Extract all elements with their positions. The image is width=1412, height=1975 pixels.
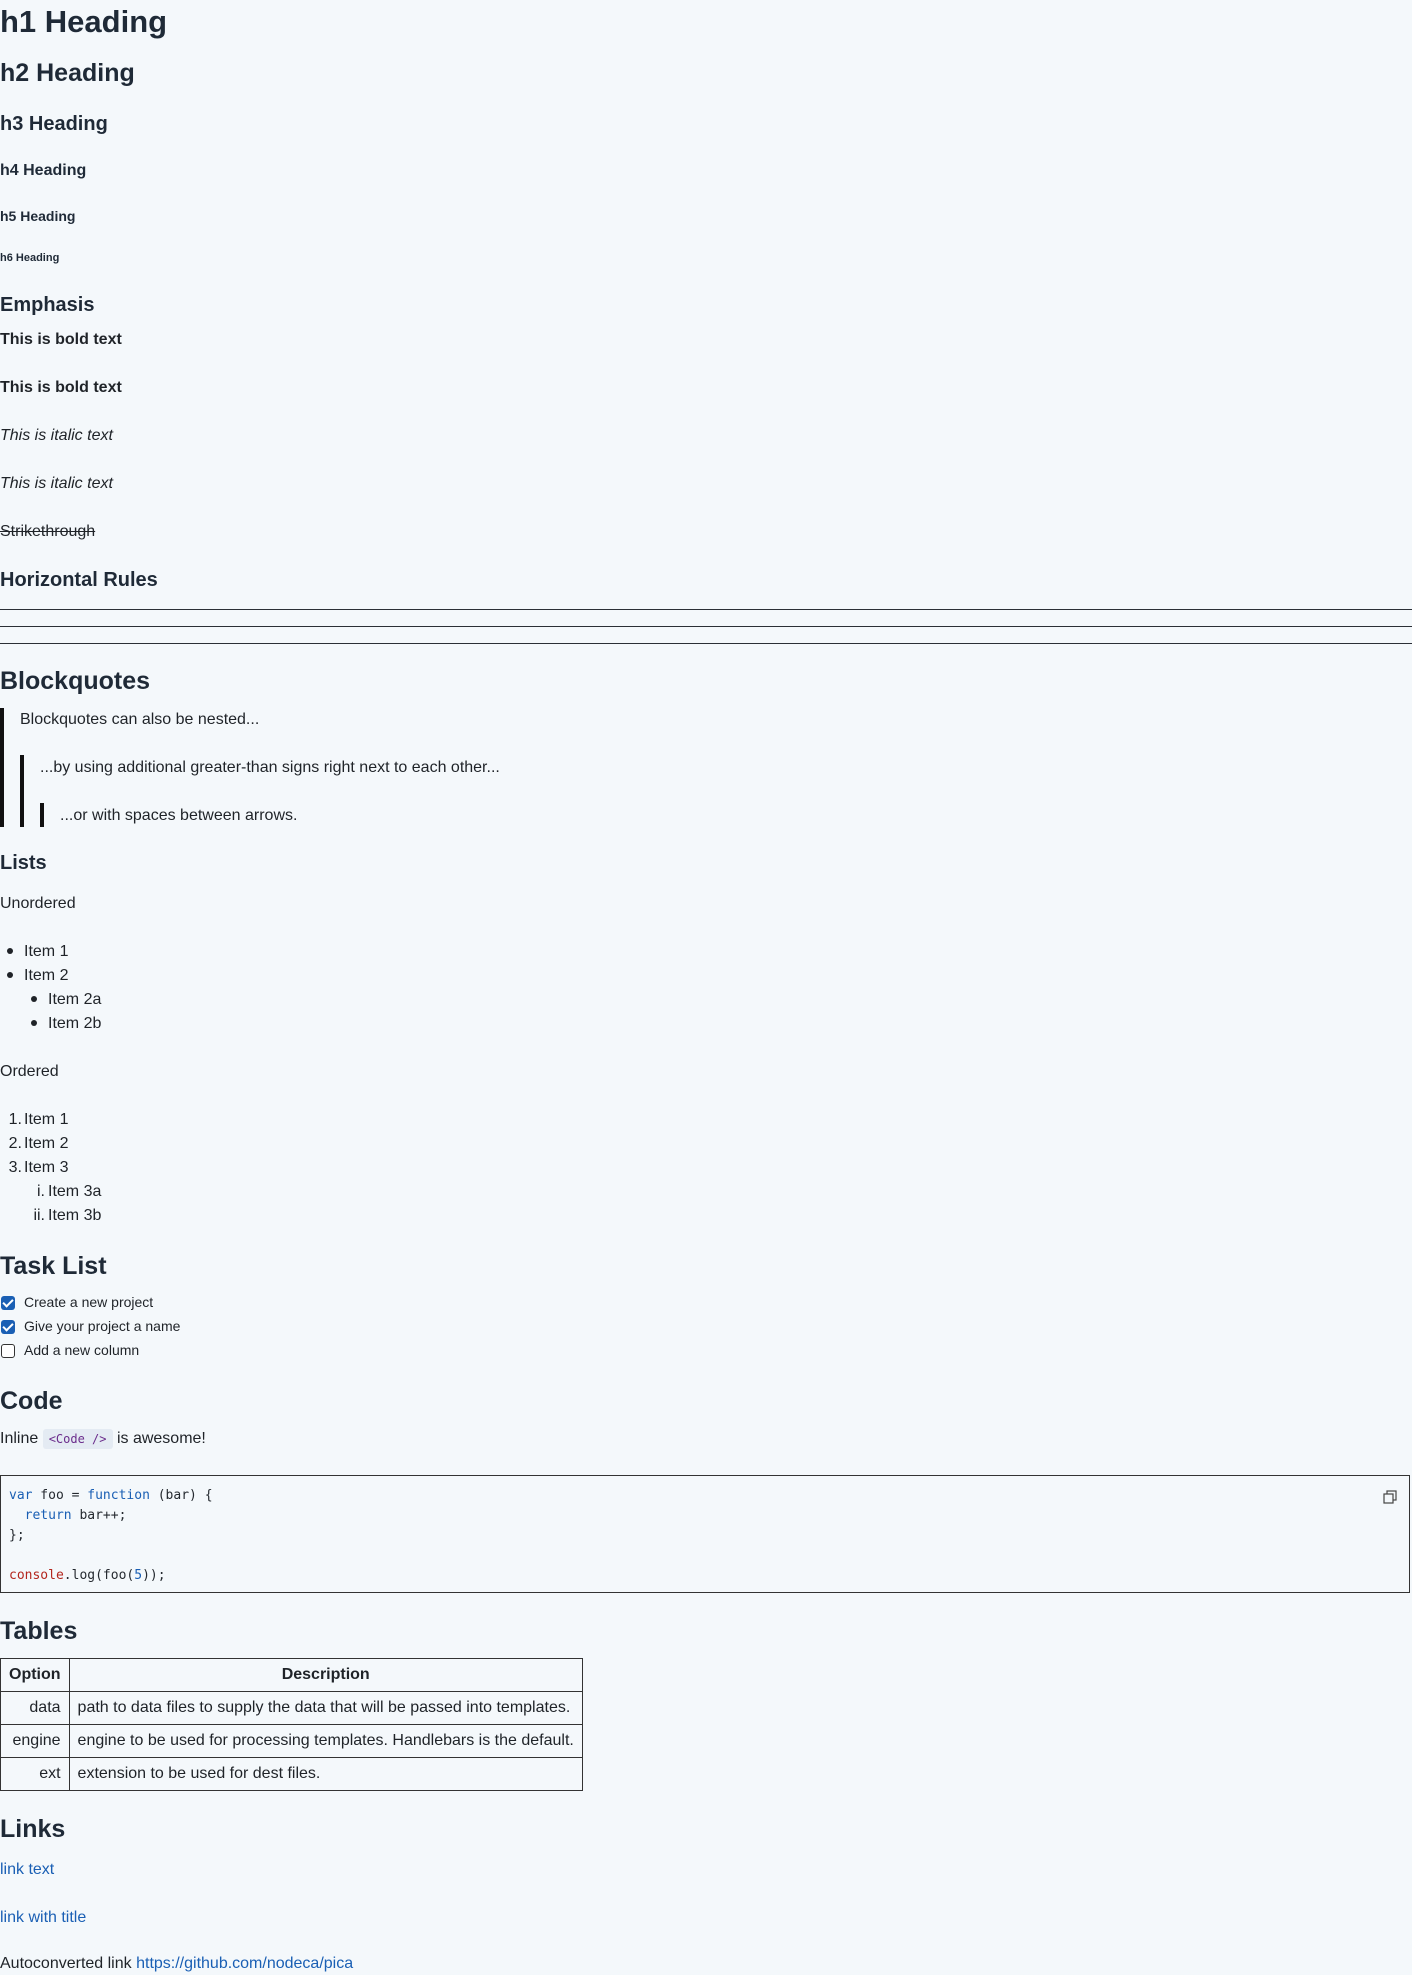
autoconverted-paragraph: Autoconverted link https://github.com/no… — [0, 1953, 353, 1975]
list-marker: ii. — [33, 1207, 45, 1224]
list-item: Item 1 — [24, 943, 69, 960]
link-paragraph: link text — [0, 1857, 54, 1881]
table-cell: extension to be used for dest files. — [68, 1757, 583, 1791]
task-label: Add a new column — [24, 1342, 140, 1358]
inline-code-paragraph: Inline <Code /> is awesome! — [0, 1428, 206, 1450]
task-checkbox[interactable] — [1, 1344, 15, 1358]
link-with-title[interactable]: link with title — [0, 1909, 86, 1926]
table-header-row: Option Description — [0, 1658, 583, 1692]
blockquote-text: Blockquotes can also be nested... — [20, 711, 260, 728]
links-heading: Links — [0, 1815, 66, 1843]
unordered-label: Unordered — [0, 895, 76, 912]
blockquote-text: ...by using additional greater-than sign… — [40, 759, 500, 776]
italic-text: This is italic text — [0, 475, 113, 492]
h3-heading: h3 Heading — [0, 113, 108, 135]
list-item: Item 2b — [48, 1015, 102, 1032]
horizontal-rule — [0, 609, 1412, 610]
options-table: Option Description data path to data fil… — [0, 1658, 583, 1791]
blockquote — [0, 708, 4, 827]
task-label: Create a new project — [24, 1294, 154, 1310]
horizontal-rule — [0, 643, 1412, 644]
blockquote-text: ...or with spaces between arrows. — [60, 807, 298, 824]
nested-blockquote — [20, 755, 24, 827]
task-checkbox[interactable] — [1, 1296, 15, 1310]
horizontal-rule — [0, 626, 1412, 627]
list-marker: 1. — [8, 1111, 22, 1128]
inline-code: <Code /> — [42, 1429, 113, 1449]
italic-text: This is italic text — [0, 427, 113, 444]
h5-heading: h5 Heading — [0, 208, 76, 224]
table-row: data path to data files to supply the da… — [0, 1691, 583, 1725]
emphasis-heading: Emphasis — [0, 294, 95, 316]
strikethrough-text: Strikethrough — [0, 523, 96, 540]
table-header-cell: Description — [68, 1658, 583, 1692]
task-label: Give your project a name — [24, 1318, 181, 1334]
task-checkbox[interactable] — [1, 1320, 15, 1334]
ordered-label: Ordered — [0, 1063, 59, 1080]
code-heading: Code — [0, 1387, 63, 1415]
list-item: Item 3 — [24, 1159, 69, 1176]
link-paragraph: link with title — [0, 1905, 86, 1929]
table-header-cell: Option — [0, 1658, 70, 1692]
bullet — [7, 972, 13, 978]
autoconverted-link[interactable]: https://github.com/nodeca/pica — [136, 1955, 353, 1972]
horizontal-rules-heading: Horizontal Rules — [0, 569, 158, 591]
bullet — [31, 1020, 37, 1026]
autoconverted-label: Autoconverted link — [0, 1955, 132, 1972]
bullet — [7, 948, 13, 954]
bullet — [31, 996, 37, 1002]
list-item: Item 1 — [24, 1111, 69, 1128]
table-cell: engine — [0, 1724, 70, 1758]
copy-icon[interactable] — [1383, 1490, 1397, 1504]
table-cell: engine to be used for processing templat… — [68, 1724, 583, 1758]
list-marker: i. — [37, 1183, 45, 1200]
h2-heading: h2 Heading — [0, 59, 135, 87]
h6-heading: h6 Heading — [0, 252, 60, 264]
table-row: ext extension to be used for dest files. — [0, 1757, 583, 1791]
h1-heading: h1 Heading — [0, 4, 168, 39]
table-row: engine engine to be used for processing … — [0, 1724, 583, 1758]
inline-suffix: is awesome! — [116, 1430, 206, 1447]
table-cell: path to data files to supply the data th… — [68, 1691, 583, 1725]
list-item: Item 2 — [24, 967, 69, 984]
bold-text: This is bold text — [0, 331, 122, 348]
blockquotes-heading: Blockquotes — [0, 667, 151, 695]
lists-heading: Lists — [0, 852, 47, 874]
tables-heading: Tables — [0, 1617, 78, 1645]
bold-text: This is bold text — [0, 379, 122, 396]
list-item: Item 3b — [48, 1207, 102, 1224]
h4-heading: h4 Heading — [0, 162, 87, 179]
link-text[interactable]: link text — [0, 1861, 54, 1878]
list-item: Item 2a — [48, 991, 102, 1008]
list-item: Item 3a — [48, 1183, 102, 1200]
list-marker: 3. — [8, 1159, 22, 1176]
nested-blockquote — [40, 803, 44, 827]
code-content: var foo = function (bar) { return bar++;… — [9, 1488, 213, 1583]
task-list-heading: Task List — [0, 1252, 107, 1280]
code-block: var foo = function (bar) { return bar++;… — [0, 1475, 1410, 1593]
list-item: Item 2 — [24, 1135, 69, 1152]
table-cell: data — [0, 1691, 70, 1725]
inline-prefix: Inline — [0, 1430, 39, 1447]
list-marker: 2. — [8, 1135, 22, 1152]
table-cell: ext — [0, 1757, 70, 1791]
